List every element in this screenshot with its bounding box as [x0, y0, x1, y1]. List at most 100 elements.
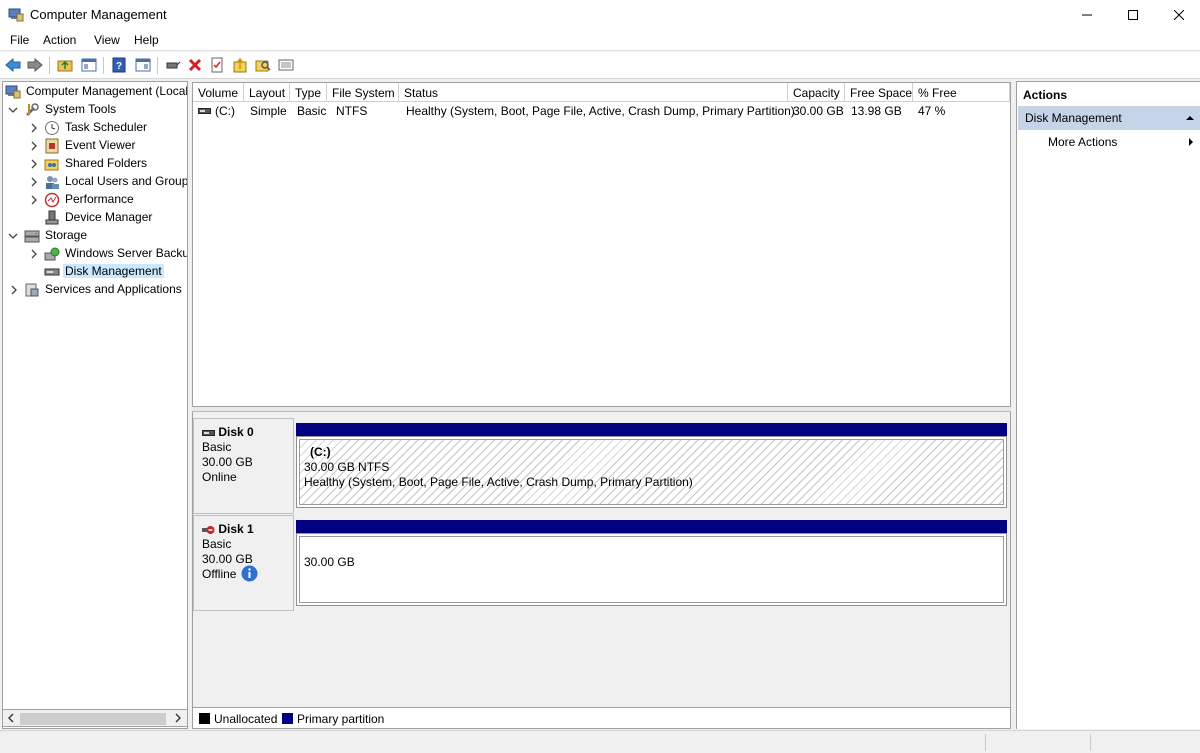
shared-folder-icon: [44, 159, 59, 171]
up-level-button[interactable]: [56, 56, 74, 74]
tree-item-storage[interactable]: Storage: [5, 227, 187, 245]
disk-icon: [44, 268, 60, 276]
column-header-percent-free[interactable]: % Free: [913, 83, 1010, 102]
menu-help[interactable]: Help: [134, 33, 159, 47]
volume-list-header: Volume Layout Type File System Status Ca…: [193, 83, 1010, 102]
maximize-button[interactable]: [1110, 0, 1156, 30]
column-header-volume[interactable]: Volume: [193, 83, 244, 102]
refresh-button[interactable]: [231, 56, 249, 74]
tree-item-label: Windows Server Backup: [65, 246, 188, 260]
device-manager-icon: [45, 210, 59, 225]
minimize-button[interactable]: [1064, 0, 1110, 30]
disk-0-info[interactable]: Disk 0 Basic 30.00 GB Online: [193, 418, 294, 514]
tree-item-windows-server-backup[interactable]: Windows Server Backup: [5, 245, 188, 263]
toolbar: ?: [0, 52, 1200, 79]
status-bar: [0, 730, 1200, 753]
help-icon: ?: [112, 57, 126, 73]
menu-action[interactable]: Action: [43, 33, 76, 47]
tree-item-label: System Tools: [45, 102, 117, 116]
computer-management-icon: [5, 85, 21, 99]
actions-section-disk-management[interactable]: Disk Management: [1018, 106, 1200, 130]
console-tree: Computer Management (Local System Tools …: [2, 81, 188, 729]
tree-item-shared-folders[interactable]: Shared Folders: [5, 155, 187, 173]
more-actions-item[interactable]: More Actions: [1048, 135, 1117, 149]
chevron-right-icon[interactable]: [29, 159, 39, 169]
close-button[interactable]: [1156, 0, 1200, 30]
close-icon: [1174, 10, 1184, 20]
partition-c-size: 30.00 GB NTFS: [304, 460, 390, 474]
search-button[interactable]: [254, 56, 272, 74]
disk-0-size: 30.00 GB: [202, 455, 253, 469]
column-header-capacity[interactable]: Capacity: [788, 83, 845, 102]
scrollbar-thumb[interactable]: [20, 713, 166, 725]
status-separator: [985, 734, 986, 751]
tree-horizontal-scrollbar[interactable]: [2, 709, 188, 727]
disk-1-type: Basic: [202, 537, 232, 551]
volume-list: Volume Layout Type File System Status Ca…: [192, 82, 1011, 407]
chevron-down-icon[interactable]: [8, 105, 18, 115]
disk-legend: Unallocated Primary partition: [192, 707, 1011, 729]
forward-button[interactable]: [26, 56, 44, 74]
maximize-icon: [1128, 10, 1138, 20]
folder-search-icon: [255, 60, 271, 72]
tree-item-performance[interactable]: Performance: [5, 191, 187, 209]
tree-item-label: Shared Folders: [65, 156, 148, 170]
menu-file[interactable]: File: [10, 33, 29, 47]
tree-item-disk-management[interactable]: Disk Management: [5, 263, 187, 281]
tree-item-local-users-groups[interactable]: Local Users and Groups: [5, 173, 187, 191]
chevron-right-icon[interactable]: [29, 177, 39, 187]
legend-unallocated-label: Unallocated: [214, 712, 278, 726]
chevron-right-icon[interactable]: [29, 195, 39, 205]
tree-item-system-tools[interactable]: System Tools: [5, 101, 187, 119]
tree-item-label: Services and Applications: [45, 282, 182, 296]
collapse-up-icon[interactable]: [1185, 113, 1195, 123]
chevron-right-icon[interactable]: [29, 123, 39, 133]
tree-item-event-viewer[interactable]: Event Viewer: [5, 137, 187, 155]
column-header-type[interactable]: Type: [290, 83, 327, 102]
disk-1-info[interactable]: Disk 1 Basic 30.00 GB Offline: [193, 515, 294, 611]
help-button[interactable]: ?: [110, 56, 128, 74]
disk-1-label: Disk 1: [218, 522, 254, 536]
tree-item-device-manager[interactable]: Device Manager: [5, 209, 187, 227]
users-icon: [46, 176, 59, 189]
title-bar: Computer Management: [0, 0, 1200, 30]
back-button[interactable]: [4, 56, 22, 74]
disk-0-type: Basic: [202, 440, 232, 454]
chevron-down-icon[interactable]: [8, 231, 18, 241]
delete-button[interactable]: [186, 56, 204, 74]
disk-0-partition-c[interactable]: (C:) 30.00 GB NTFS Healthy (System, Boot…: [296, 436, 1007, 508]
actions-section-label: Disk Management: [1025, 111, 1122, 125]
info-icon[interactable]: [241, 565, 258, 582]
minimize-icon: [1082, 14, 1092, 16]
column-header-file-system[interactable]: File System: [327, 83, 399, 102]
legend-primary-label: Primary partition: [297, 712, 385, 726]
disk-0-state: Online: [202, 470, 237, 484]
chevron-right-icon[interactable]: [29, 249, 39, 259]
disk-1-partition[interactable]: 30.00 GB: [296, 533, 1007, 606]
column-header-status[interactable]: Status: [399, 83, 788, 102]
disk-0-label: Disk 0: [218, 425, 254, 439]
properties-button[interactable]: [208, 56, 226, 74]
tree-item-services-applications[interactable]: Services and Applications: [5, 281, 187, 299]
actions-title: Actions: [1023, 88, 1068, 102]
tree-item-label: Event Viewer: [65, 138, 136, 152]
chevron-right-icon[interactable]: [9, 285, 19, 295]
connect-button[interactable]: [164, 56, 182, 74]
menu-view[interactable]: View: [94, 33, 120, 47]
disk-1-partition-size: 30.00 GB: [304, 555, 355, 569]
tree-item-label: Performance: [65, 192, 134, 206]
action-pane-icon: [135, 58, 151, 72]
chevron-right-icon[interactable]: [29, 141, 39, 151]
console-tree-icon: [81, 58, 97, 72]
toolbar-separator: [49, 57, 50, 74]
show-hide-action-pane-button[interactable]: [134, 56, 152, 74]
disk-1-partition-bar: [296, 520, 1007, 533]
tree-item-task-scheduler[interactable]: Task Scheduler: [5, 119, 187, 137]
column-header-layout[interactable]: Layout: [244, 83, 290, 102]
scroll-right-icon[interactable]: [173, 713, 183, 723]
export-list-button[interactable]: [277, 56, 295, 74]
scroll-left-icon[interactable]: [6, 713, 16, 723]
tree-item-computer-management[interactable]: Computer Management (Local: [5, 83, 187, 101]
column-header-free-space[interactable]: Free Space: [845, 83, 913, 102]
show-hide-tree-button[interactable]: [80, 56, 98, 74]
